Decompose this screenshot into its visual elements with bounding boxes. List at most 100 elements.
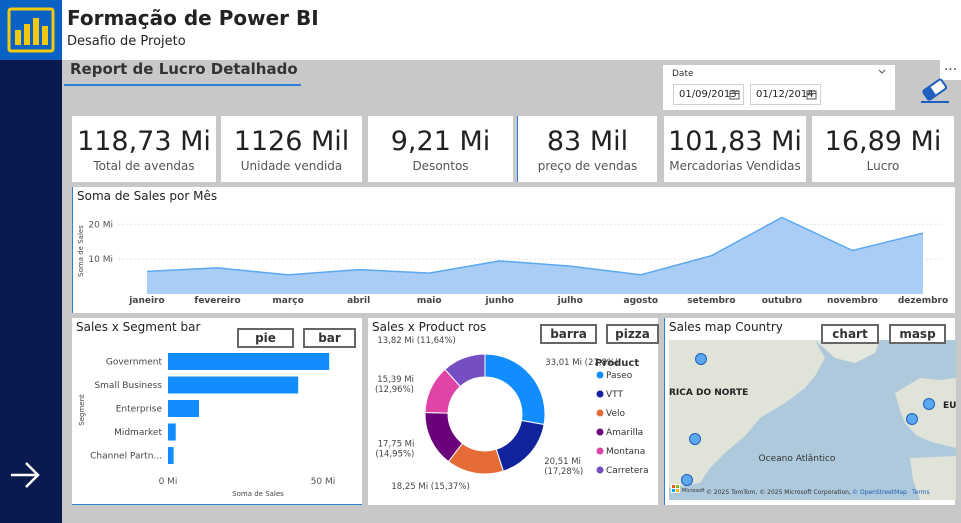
kpi-unidade-vendida[interactable]: 1126 Mil Unidade vendida [221, 116, 362, 182]
y-tick-label: 10 Mi [88, 255, 113, 265]
chart-button[interactable]: chart [821, 324, 879, 344]
calendar-icon[interactable] [806, 89, 817, 100]
kpi-descontos[interactable]: 9,21 Mi Desontos [368, 116, 513, 182]
legend-title: Product [595, 358, 639, 369]
slice-data-label: 18,25 Mi (15,37%) [391, 482, 469, 492]
kpi-value: 83 Mil [546, 126, 629, 157]
x-tick-label: dezembro [898, 296, 948, 306]
kpi-value: 16,89 Mi [824, 126, 942, 157]
sales-by-product-chart[interactable]: Sales x Product ros barra pizza 33,01 Mi… [368, 318, 659, 505]
pie-button[interactable]: pie [237, 328, 294, 348]
kpi-label: Mercadorias Vendidas [669, 159, 801, 173]
x-tick-label: janeiro [128, 296, 164, 306]
map-point-united-states[interactable] [689, 433, 701, 445]
y-axis-label: Segment [78, 394, 86, 426]
x-axis-label: Soma de Sales [232, 490, 284, 498]
x-tick-label: julho [557, 296, 583, 306]
y-tick-label: Small Business [94, 381, 162, 391]
x-tick-label: maio [417, 296, 442, 306]
bar[interactable] [168, 447, 174, 464]
chart-title: Sales x Segment bar [76, 320, 201, 334]
map-label-north-america: RICA DO NORTE [669, 388, 748, 398]
left-nav [0, 60, 62, 523]
legend-item[interactable]: VTT [606, 390, 623, 400]
x-tick-label: 50 Mi [311, 477, 336, 487]
legend-swatch [596, 428, 604, 436]
map-label-ocean: Oceano Atlântico [759, 454, 836, 464]
report-title-box: Report de Lucro Detalhado [64, 60, 301, 86]
chart-title: Sales map Country [669, 320, 783, 334]
kpi-mercadorias-vendidas[interactable]: 101,83 Mi Mercadorias Vendidas [664, 116, 806, 182]
y-tick-label: 20 Mi [88, 220, 113, 230]
map-attribution: © 2025 TomTom, © 2025 Microsoft Corporat… [706, 489, 851, 496]
kpi-label: preço de vendas [537, 159, 638, 173]
calendar-icon[interactable] [729, 89, 740, 100]
masp-button[interactable]: masp [889, 324, 946, 344]
map-brand: Microsoft [682, 488, 705, 494]
y-axis-label: Soma de Sales [77, 225, 85, 277]
legend-item[interactable]: Montana [606, 447, 645, 457]
page-title: Formação de Power BI [67, 6, 319, 30]
legend-item[interactable]: Amarilla [606, 428, 643, 438]
eraser-icon[interactable] [918, 76, 952, 104]
sales-by-month-chart[interactable]: Soma de Sales por Mês Soma de Sales 20 M… [72, 187, 955, 313]
bar[interactable] [168, 423, 176, 441]
date-from-input[interactable]: 01/09/2013 [673, 84, 744, 105]
power-bi-logo [0, 0, 62, 60]
barra-button[interactable]: barra [540, 324, 597, 344]
x-tick-label: setembro [687, 296, 735, 306]
legend-swatch [596, 371, 604, 379]
kpi-label: Lucro [866, 159, 900, 173]
x-tick-label: agosto [624, 296, 659, 306]
pie-slice[interactable] [484, 353, 546, 426]
chart-title: Sales x Product ros [372, 320, 487, 334]
area-chart-svg: Soma de Sales 20 Mi 10 Mi janeiro feverei… [77, 216, 948, 306]
kpi-value: 1126 Mil [233, 126, 350, 157]
map-terms-link[interactable]: Terms [911, 489, 930, 496]
kpi-total-vendas[interactable]: 118,73 Mi Total de avendas [72, 116, 216, 182]
x-tick-label: junho [484, 296, 514, 306]
date-to-value: 01/12/2014 [756, 89, 814, 100]
x-tick-label: abril [347, 296, 370, 306]
y-tick-label: Midmarket [114, 428, 162, 438]
legend-swatch [596, 466, 604, 474]
map-osm-link[interactable]: © OpenStreetMap [852, 489, 907, 496]
map-label-europe: EU [943, 401, 956, 411]
legend-item[interactable]: Paseo [606, 371, 633, 381]
x-tick-label: 0 Mi [159, 477, 178, 487]
x-tick-label: março [272, 296, 303, 306]
y-tick-label: Channel Partn... [90, 452, 162, 462]
bar-button[interactable]: bar [303, 328, 356, 348]
legend-item[interactable]: Velo [606, 409, 625, 419]
slice-data-label: 13,82 Mi (11,64%) [377, 336, 455, 346]
bar[interactable] [168, 400, 199, 417]
bar[interactable] [168, 376, 299, 394]
sales-map-country[interactable]: Sales map Country chart masp RICA DO NOR… [664, 318, 956, 505]
sales-by-segment-chart[interactable]: Sales x Segment bar pie bar Segment Soma… [72, 318, 362, 505]
legend-item[interactable]: Carretera [606, 466, 649, 476]
kpi-label: Unidade vendida [240, 159, 343, 173]
legend-swatch [596, 390, 604, 398]
legend-swatch [596, 447, 604, 455]
chart-title: Soma de Sales por Mês [77, 189, 218, 203]
arrow-right-icon[interactable] [8, 458, 42, 492]
kpi-value: 101,83 Mi [668, 126, 802, 157]
bar[interactable] [168, 353, 330, 370]
date-to-input[interactable]: 01/12/2014 [750, 84, 821, 105]
kpi-lucro[interactable]: 16,89 Mi Lucro [812, 116, 954, 182]
report-header: Formação de Power BI Desafio de Projeto [0, 0, 961, 60]
x-tick-label: fevereiro [194, 296, 240, 306]
map-point-france[interactable] [906, 413, 918, 425]
chevron-down-icon[interactable] [877, 67, 887, 77]
map-point-mexico[interactable] [681, 474, 693, 486]
kpi-label: Total de avendas [93, 159, 195, 173]
power-bi-logo-icon [7, 7, 55, 53]
kpi-preco-vendas[interactable]: 83 Mil preço de vendas [517, 116, 657, 182]
page-subtitle: Desafio de Projeto [67, 34, 186, 49]
map-point-canada[interactable] [695, 353, 707, 365]
map-point-germany[interactable] [923, 398, 935, 410]
pie-slice[interactable] [495, 419, 545, 472]
map-canvas[interactable]: RICA DO NORTE Oceano Atlântico EU Micros… [665, 318, 956, 505]
pizza-button[interactable]: pizza [606, 324, 659, 344]
slice-data-label: 20,51 Mi (17,28%) [544, 457, 583, 477]
